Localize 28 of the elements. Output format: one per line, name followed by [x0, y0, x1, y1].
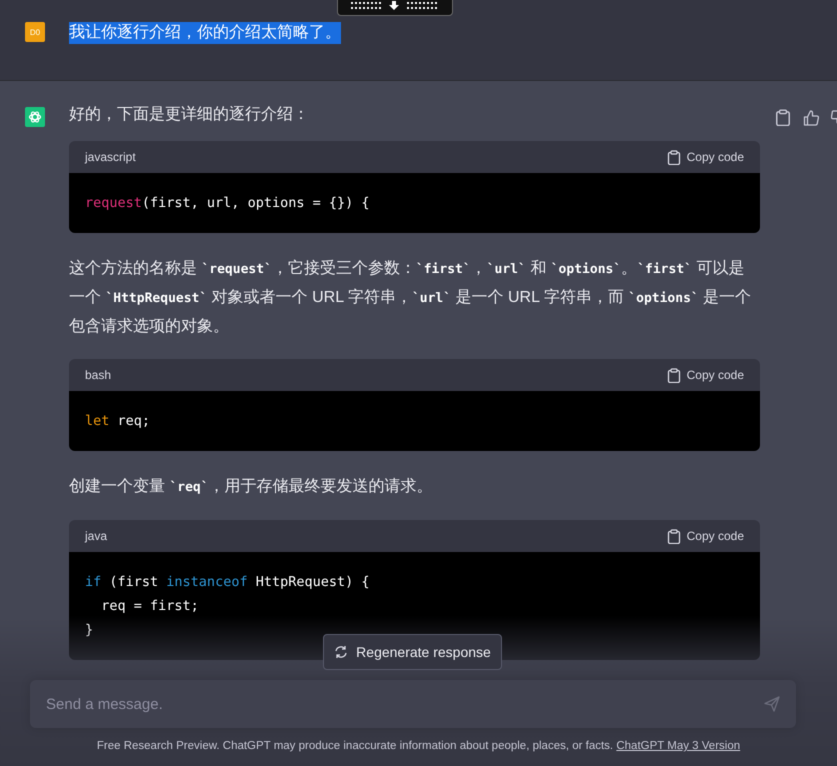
message-paragraph: 这个方法的名称是 `request`，它接受三个参数：`first`，`url` 和 `options`。`first` 可以是一个 `HttpRequest` 对象或者一个 URL 字符串，`url` 是一个 URL 字符串，而 `options` 是一个包含请求选项的对象。 [69, 258, 752, 337]
message-input[interactable]: Send a message. [30, 680, 796, 728]
version-link[interactable]: ChatGPT May 3 Version [616, 740, 740, 752]
code-language: java [85, 529, 108, 543]
copy-code-button[interactable]: Copy code [666, 368, 744, 382]
user-avatar: D0 [25, 22, 45, 42]
message-paragraph: 创建一个变量 `req`，用于存储最终要发送的请求。 [69, 476, 434, 497]
code-line: request(first, url, options = {}) { [85, 194, 370, 213]
code-line: let req; [85, 412, 152, 431]
clipboard-icon[interactable] [775, 109, 791, 126]
code-line: if (first instanceof HttpRequest) { [85, 573, 370, 592]
copy-code-button[interactable]: Copy code [666, 528, 744, 544]
code-line: req = first; [100, 597, 200, 616]
assistant-avatar [25, 107, 45, 127]
footer-text: Free Research Preview. ChatGPT may produce inaccurate information about people, places, or facts. [96, 740, 614, 752]
clipboard-icon [666, 150, 681, 164]
thumbs-up-icon[interactable] [803, 110, 819, 126]
code-language: bash [85, 368, 112, 382]
clipboard-icon [666, 528, 681, 544]
clipboard-icon [666, 368, 681, 382]
copy-code-button[interactable]: Copy code [666, 150, 744, 164]
code-language: javascript [85, 150, 136, 164]
refresh-icon [334, 645, 348, 659]
user-message: 我让你逐行介绍，你的介绍太简略了。 [69, 22, 341, 44]
regenerate-button[interactable]: Regenerate response [323, 634, 502, 670]
message-paragraph: 好的，下面是更详细的逐行介绍： [69, 104, 310, 125]
code-line: } [85, 621, 94, 640]
capture-toolbar[interactable] [337, 0, 453, 16]
